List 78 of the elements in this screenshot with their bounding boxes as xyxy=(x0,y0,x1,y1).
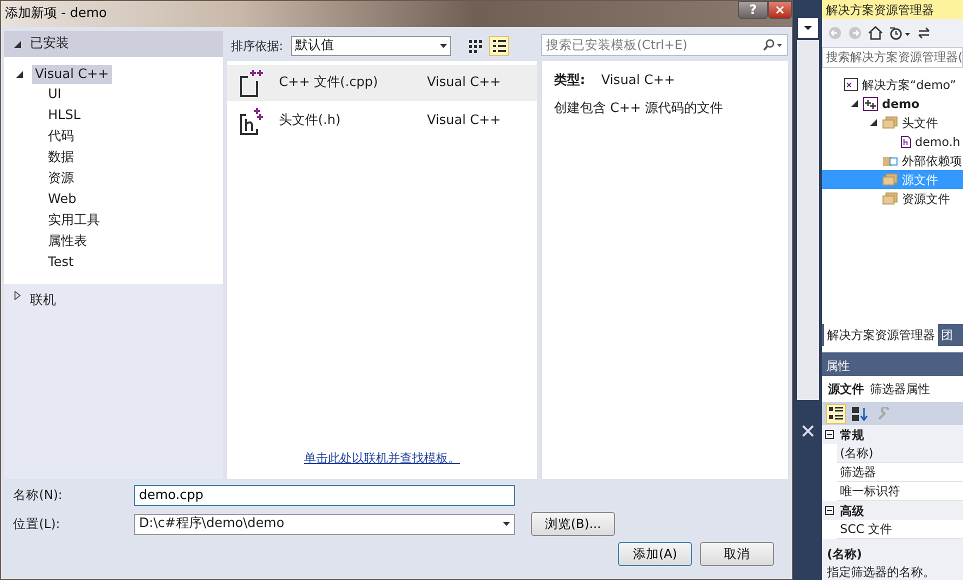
category-header: 高级 xyxy=(840,502,864,520)
folder-icon xyxy=(882,192,898,205)
sort-label: 排序依据: xyxy=(231,38,284,55)
tree-item[interactable]: 头文件 xyxy=(822,113,963,132)
collapse-icon[interactable] xyxy=(825,506,834,515)
tree-item[interactable]: 实用工具 xyxy=(48,212,100,229)
dependencies-icon xyxy=(882,154,898,167)
document-icon xyxy=(239,69,263,97)
template-description: 创建包含 C++ 源代码的文件 xyxy=(554,100,724,118)
categorized-button[interactable] xyxy=(826,404,846,424)
description-text: 指定筛选器的名称。 xyxy=(827,564,936,580)
tree-item[interactable]: 代码 xyxy=(48,128,74,145)
panel-title: 属性 xyxy=(822,352,963,376)
tree-item[interactable]: demo.h xyxy=(822,132,963,151)
tree-item[interactable]: HLSL xyxy=(48,107,81,124)
expanded-arrow-icon[interactable] xyxy=(14,40,22,48)
panel-tab[interactable]: 团 xyxy=(938,324,956,346)
header-file-icon xyxy=(239,107,263,135)
tree-item[interactable]: 外部依赖项 xyxy=(822,151,963,170)
property-name[interactable]: SCC 文件 xyxy=(837,520,963,539)
type-value: Visual C++ xyxy=(601,72,676,90)
tree-item[interactable]: 资源 xyxy=(48,170,74,187)
sort-dropdown[interactable]: 默认值 xyxy=(291,36,452,56)
solution-icon xyxy=(844,78,858,91)
close-button[interactable]: × xyxy=(768,1,792,19)
location-field[interactable]: D:\c#程序\demo\demo xyxy=(134,514,515,534)
collapsed-arrow-icon[interactable] xyxy=(14,291,22,300)
browse-button[interactable]: 浏览(B)... xyxy=(531,512,615,536)
search-field[interactable]: 搜索已安装模板(Ctrl+E) xyxy=(541,34,788,56)
close-icon[interactable] xyxy=(800,424,814,438)
property-name[interactable]: (名称) xyxy=(837,444,963,463)
template-item[interactable]: C++ 文件(.cpp) Visual C++ xyxy=(227,65,537,101)
name-field[interactable]: demo.cpp xyxy=(134,485,515,506)
expanded-arrow-icon[interactable] xyxy=(16,70,24,79)
description-title: (名称) xyxy=(827,546,863,563)
tree-item[interactable]: 数据 xyxy=(48,149,74,166)
type-label: 类型: xyxy=(554,72,586,90)
caret-icon xyxy=(804,26,812,30)
add-button[interactable]: 添加(A) xyxy=(618,542,692,566)
project-icon xyxy=(863,96,878,110)
caret-icon xyxy=(440,44,448,48)
tree-item[interactable]: Visual C++ xyxy=(32,65,112,84)
history-icon[interactable] xyxy=(889,26,911,40)
tree-item[interactable]: 资源文件 xyxy=(822,189,963,208)
expanded-arrow-icon[interactable] xyxy=(851,99,859,108)
object-name: 源文件 xyxy=(828,381,864,398)
folder-icon xyxy=(882,116,898,129)
caret-icon xyxy=(503,522,510,526)
cancel-button[interactable]: 取消 xyxy=(700,542,774,566)
template-item[interactable]: 头文件(.h) Visual C++ xyxy=(227,103,537,139)
tree-item[interactable]: Web xyxy=(48,191,76,208)
expanded-arrow-icon[interactable] xyxy=(870,118,878,127)
list-view-button[interactable] xyxy=(489,36,510,56)
location-label: 位置(L): xyxy=(13,514,61,533)
tree-item[interactable]: UI xyxy=(48,86,62,103)
object-type: 筛选器属性 xyxy=(870,381,930,398)
section-header[interactable]: 联机 xyxy=(30,291,56,310)
window-title: 添加新项 - demo xyxy=(4,5,108,23)
panel-tab[interactable]: 解决方案资源管理器 xyxy=(824,324,938,346)
panel-title: 解决方案资源管理器 xyxy=(822,0,963,19)
header-file-icon xyxy=(901,136,911,148)
section-header[interactable]: 已安装 xyxy=(30,34,69,54)
category-header: 常规 xyxy=(840,426,864,444)
property-name[interactable]: 筛选器 xyxy=(837,463,963,482)
sync-icon[interactable] xyxy=(917,26,931,40)
tree-item[interactable]: 解决方案“demo” xyxy=(822,75,963,94)
collapse-icon[interactable] xyxy=(825,430,834,439)
online-link[interactable]: 单击此处以联机并查找模板。 xyxy=(304,449,460,467)
home-icon[interactable] xyxy=(868,26,883,40)
tree-item[interactable]: demo xyxy=(822,94,963,113)
name-label: 名称(N): xyxy=(13,486,64,504)
dropdown-button[interactable] xyxy=(798,18,818,38)
property-name[interactable]: 唯一标识符 xyxy=(837,482,963,501)
folder-icon xyxy=(882,173,898,186)
search-field[interactable]: 搜索解决方案资源管理器( xyxy=(822,47,963,68)
tree-item[interactable]: Test xyxy=(48,254,74,271)
search-icon xyxy=(763,39,783,51)
tree-item[interactable]: 属性表 xyxy=(48,233,87,250)
